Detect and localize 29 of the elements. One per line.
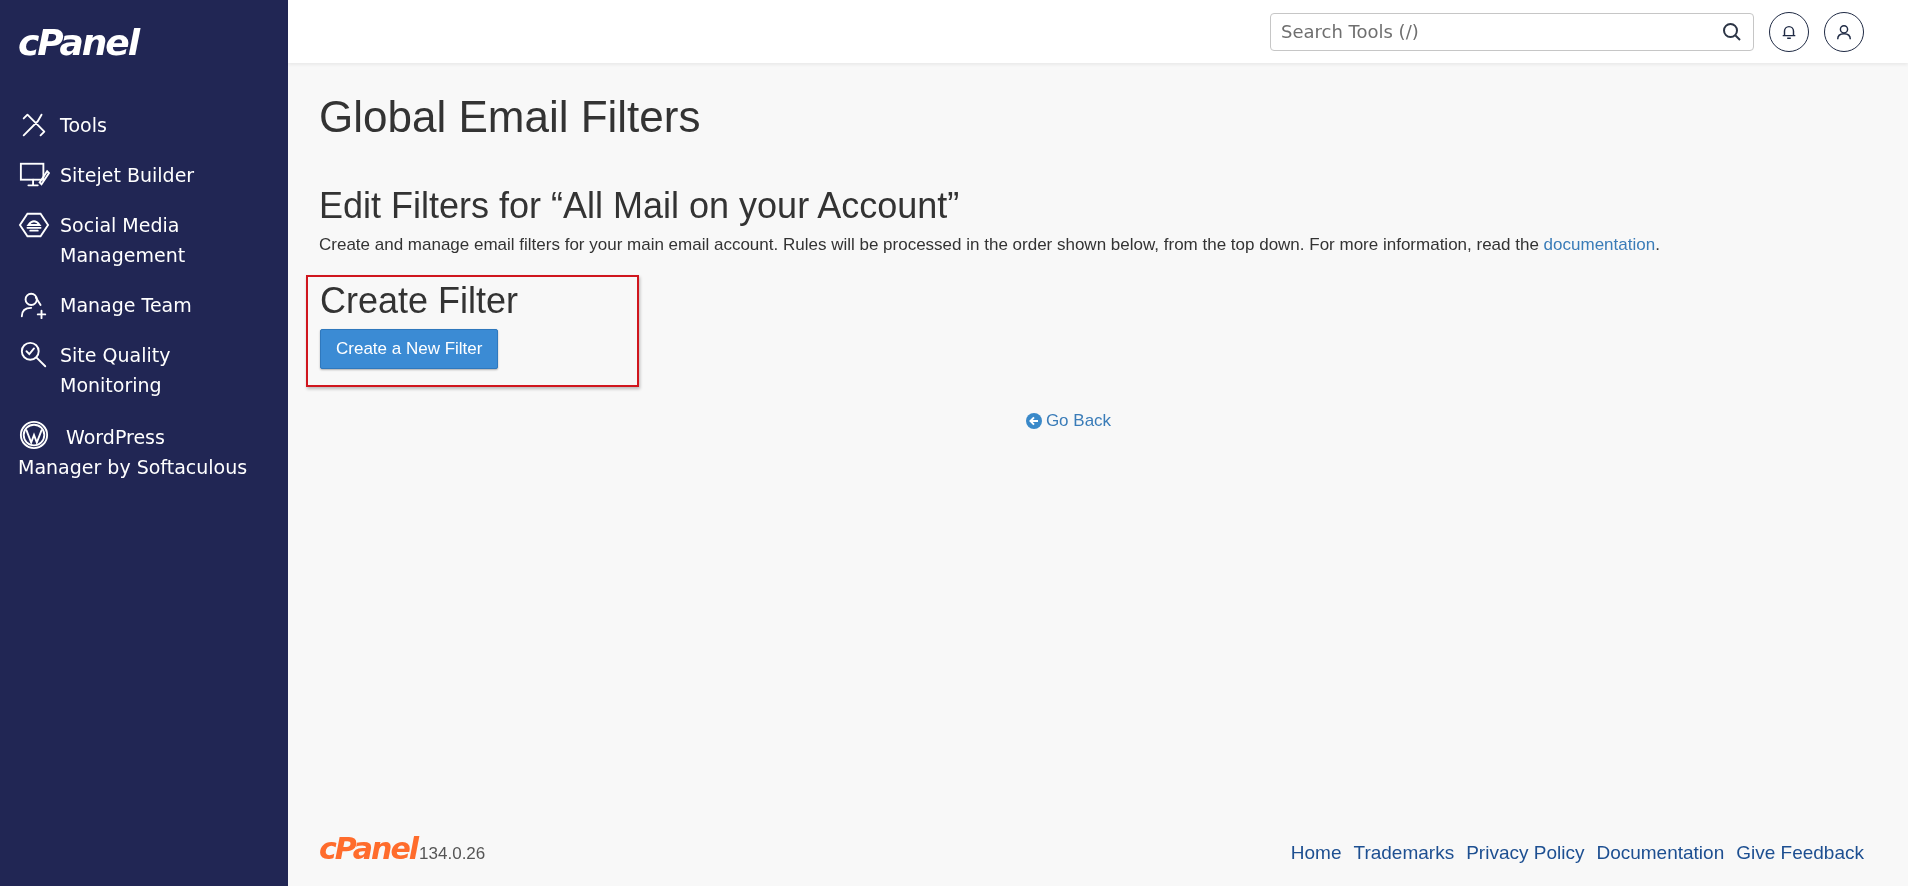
user-button[interactable] bbox=[1824, 11, 1864, 52]
footer-link[interactable]: Privacy Policy bbox=[1466, 842, 1585, 864]
footer-link[interactable]: Home bbox=[1290, 842, 1342, 864]
sidebar-link[interactable]: Site Quality Monitoring bbox=[18, 340, 248, 400]
go-back-link[interactable]: Go Back bbox=[1025, 411, 1112, 431]
create-filter-heading: Create Filter bbox=[320, 281, 519, 321]
arrow-left-circle-icon bbox=[1025, 413, 1042, 429]
notifications-button[interactable] bbox=[1769, 11, 1809, 52]
section-heading: Edit Filters for “All Mail on your Account” bbox=[319, 183, 960, 227]
footer-link[interactable]: Documentation bbox=[1596, 842, 1725, 864]
search-icon[interactable] bbox=[1722, 21, 1742, 42]
sidebar-link[interactable]: Sitejet Builder bbox=[18, 160, 248, 190]
hexagon-icon bbox=[18, 210, 50, 240]
page-title: Global Email Filters bbox=[319, 91, 701, 143]
footer-link[interactable]: Give Feedback bbox=[1736, 842, 1864, 864]
wordpress-icon bbox=[18, 420, 50, 450]
footer-link[interactable]: Trademarks bbox=[1353, 842, 1455, 864]
description-text: Create and manage email filters for your main email account. Rules will be processed in the order shown below, from the top down. For more information, read the documentation. bbox=[319, 235, 1660, 255]
sidebar-link[interactable]: Manage Team bbox=[18, 290, 248, 320]
sidebar-link[interactable]: WordPress Manager by Softaculous bbox=[18, 420, 248, 482]
version-text: 134.0.26 bbox=[419, 844, 486, 864]
sidebar-link[interactable]: Social Media Management bbox=[18, 210, 248, 270]
user-icon bbox=[1835, 22, 1853, 41]
create-filter-button[interactable]: Create a New Filter bbox=[320, 328, 499, 369]
cpanel-logo: cPanel bbox=[319, 834, 418, 864]
documentation-link[interactable]: documentation bbox=[1543, 235, 1656, 254]
cpanel-logo[interactable]: cPanel bbox=[0, 0, 139, 64]
search-field[interactable]: Search Tools (/) bbox=[1270, 12, 1754, 51]
sidebar-link[interactable]: Tools bbox=[18, 110, 248, 140]
